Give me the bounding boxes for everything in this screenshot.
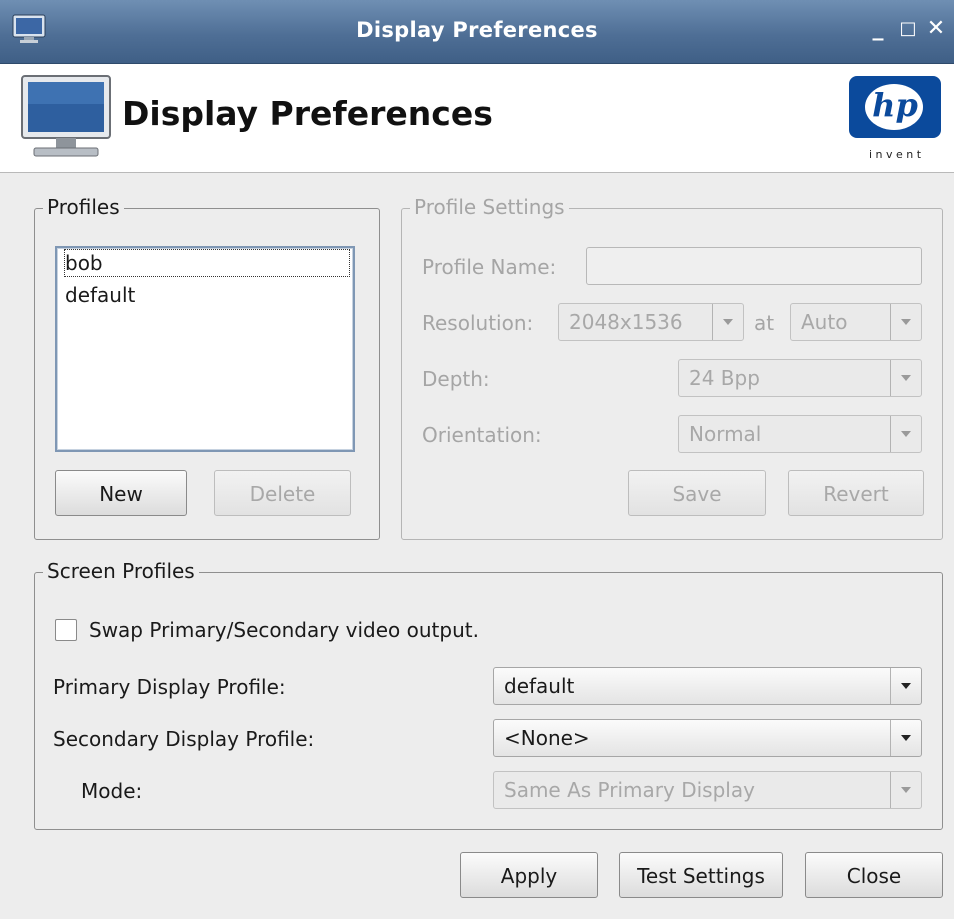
resolution-select[interactable]: 2048x1536 <box>558 303 744 341</box>
apply-button-label: Apply <box>500 864 558 888</box>
close-button[interactable]: Close <box>805 852 943 898</box>
header-banner: Display Preferences hp i n v e n t <box>0 64 954 173</box>
mode-label: Mode: <box>81 779 143 803</box>
secondary-display-value: <None> <box>504 726 590 750</box>
screen-profiles-group-label: Screen Profiles <box>43 559 199 583</box>
mode-select[interactable]: Same As Primary Display <box>493 771 922 809</box>
maximize-button[interactable]: □ <box>897 18 919 39</box>
resolution-value: 2048x1536 <box>569 310 683 334</box>
chevron-down-icon <box>890 720 921 756</box>
refresh-rate-select[interactable]: Auto <box>790 303 922 341</box>
hp-logo-tagline: i n v e n t <box>868 148 922 161</box>
chevron-down-icon <box>712 304 743 340</box>
depth-select[interactable]: 24 Bpp <box>678 359 922 397</box>
profiles-group-label: Profiles <box>43 195 124 219</box>
page-title: Display Preferences <box>122 94 493 133</box>
screen-profiles-group: Screen Profiles Swap Primary/Secondary v… <box>34 559 943 830</box>
new-profile-button[interactable]: New <box>55 470 187 516</box>
profiles-group: Profiles bob default New Delete <box>34 195 380 540</box>
depth-value: 24 Bpp <box>689 366 760 390</box>
swap-output-checkbox[interactable] <box>55 619 77 641</box>
chevron-down-icon <box>890 668 921 704</box>
profile-settings-group-label: Profile Settings <box>410 195 569 219</box>
new-button-label: New <box>99 482 143 506</box>
apply-button[interactable]: Apply <box>460 852 598 898</box>
revert-profile-button[interactable]: Revert <box>788 470 924 516</box>
profiles-listbox[interactable]: bob default <box>55 246 355 452</box>
save-profile-button[interactable]: Save <box>628 470 766 516</box>
minimize-button[interactable]: _ <box>867 16 889 41</box>
profile-name-field[interactable] <box>586 247 922 285</box>
orientation-label: Orientation: <box>422 423 542 447</box>
hp-logo: hp i n v e n t <box>845 72 945 168</box>
revert-button-label: Revert <box>823 482 889 506</box>
chevron-down-icon <box>890 360 921 396</box>
save-button-label: Save <box>672 482 722 506</box>
display-icon <box>21 75 111 157</box>
delete-button-label: Delete <box>249 482 316 506</box>
delete-profile-button[interactable]: Delete <box>214 470 351 516</box>
close-window-button[interactable]: ✕ <box>925 16 947 41</box>
swap-output-label[interactable]: Swap Primary/Secondary video output. <box>89 618 479 642</box>
mode-value: Same As Primary Display <box>504 778 755 802</box>
secondary-display-select[interactable]: <None> <box>493 719 922 757</box>
chevron-down-icon <box>890 416 921 452</box>
at-label: at <box>754 311 775 335</box>
primary-display-label: Primary Display Profile: <box>53 675 286 699</box>
primary-display-value: default <box>504 674 575 698</box>
primary-display-select[interactable]: default <box>493 667 922 705</box>
window-title: Display Preferences <box>356 18 598 42</box>
profile-item-default[interactable]: default <box>65 282 135 308</box>
profile-item-bob[interactable]: bob <box>64 249 350 277</box>
hp-logo-text: hp <box>872 86 918 124</box>
test-settings-button-label: Test Settings <box>637 864 765 888</box>
chevron-down-icon <box>890 304 921 340</box>
secondary-display-label: Secondary Display Profile: <box>53 727 315 751</box>
refresh-rate-value: Auto <box>801 310 848 334</box>
window-titlebar[interactable]: Display Preferences _ □ ✕ <box>0 0 954 64</box>
profile-settings-group: Profile Settings Profile Name: Resolutio… <box>401 195 943 540</box>
depth-label: Depth: <box>422 367 490 391</box>
profile-name-label: Profile Name: <box>422 255 557 279</box>
chevron-down-icon <box>890 772 921 808</box>
orientation-select[interactable]: Normal <box>678 415 922 453</box>
orientation-value: Normal <box>689 422 762 446</box>
resolution-label: Resolution: <box>422 311 534 335</box>
hp-logo-badge: hp <box>849 76 941 138</box>
close-button-label: Close <box>846 864 902 888</box>
test-settings-button[interactable]: Test Settings <box>619 852 783 898</box>
